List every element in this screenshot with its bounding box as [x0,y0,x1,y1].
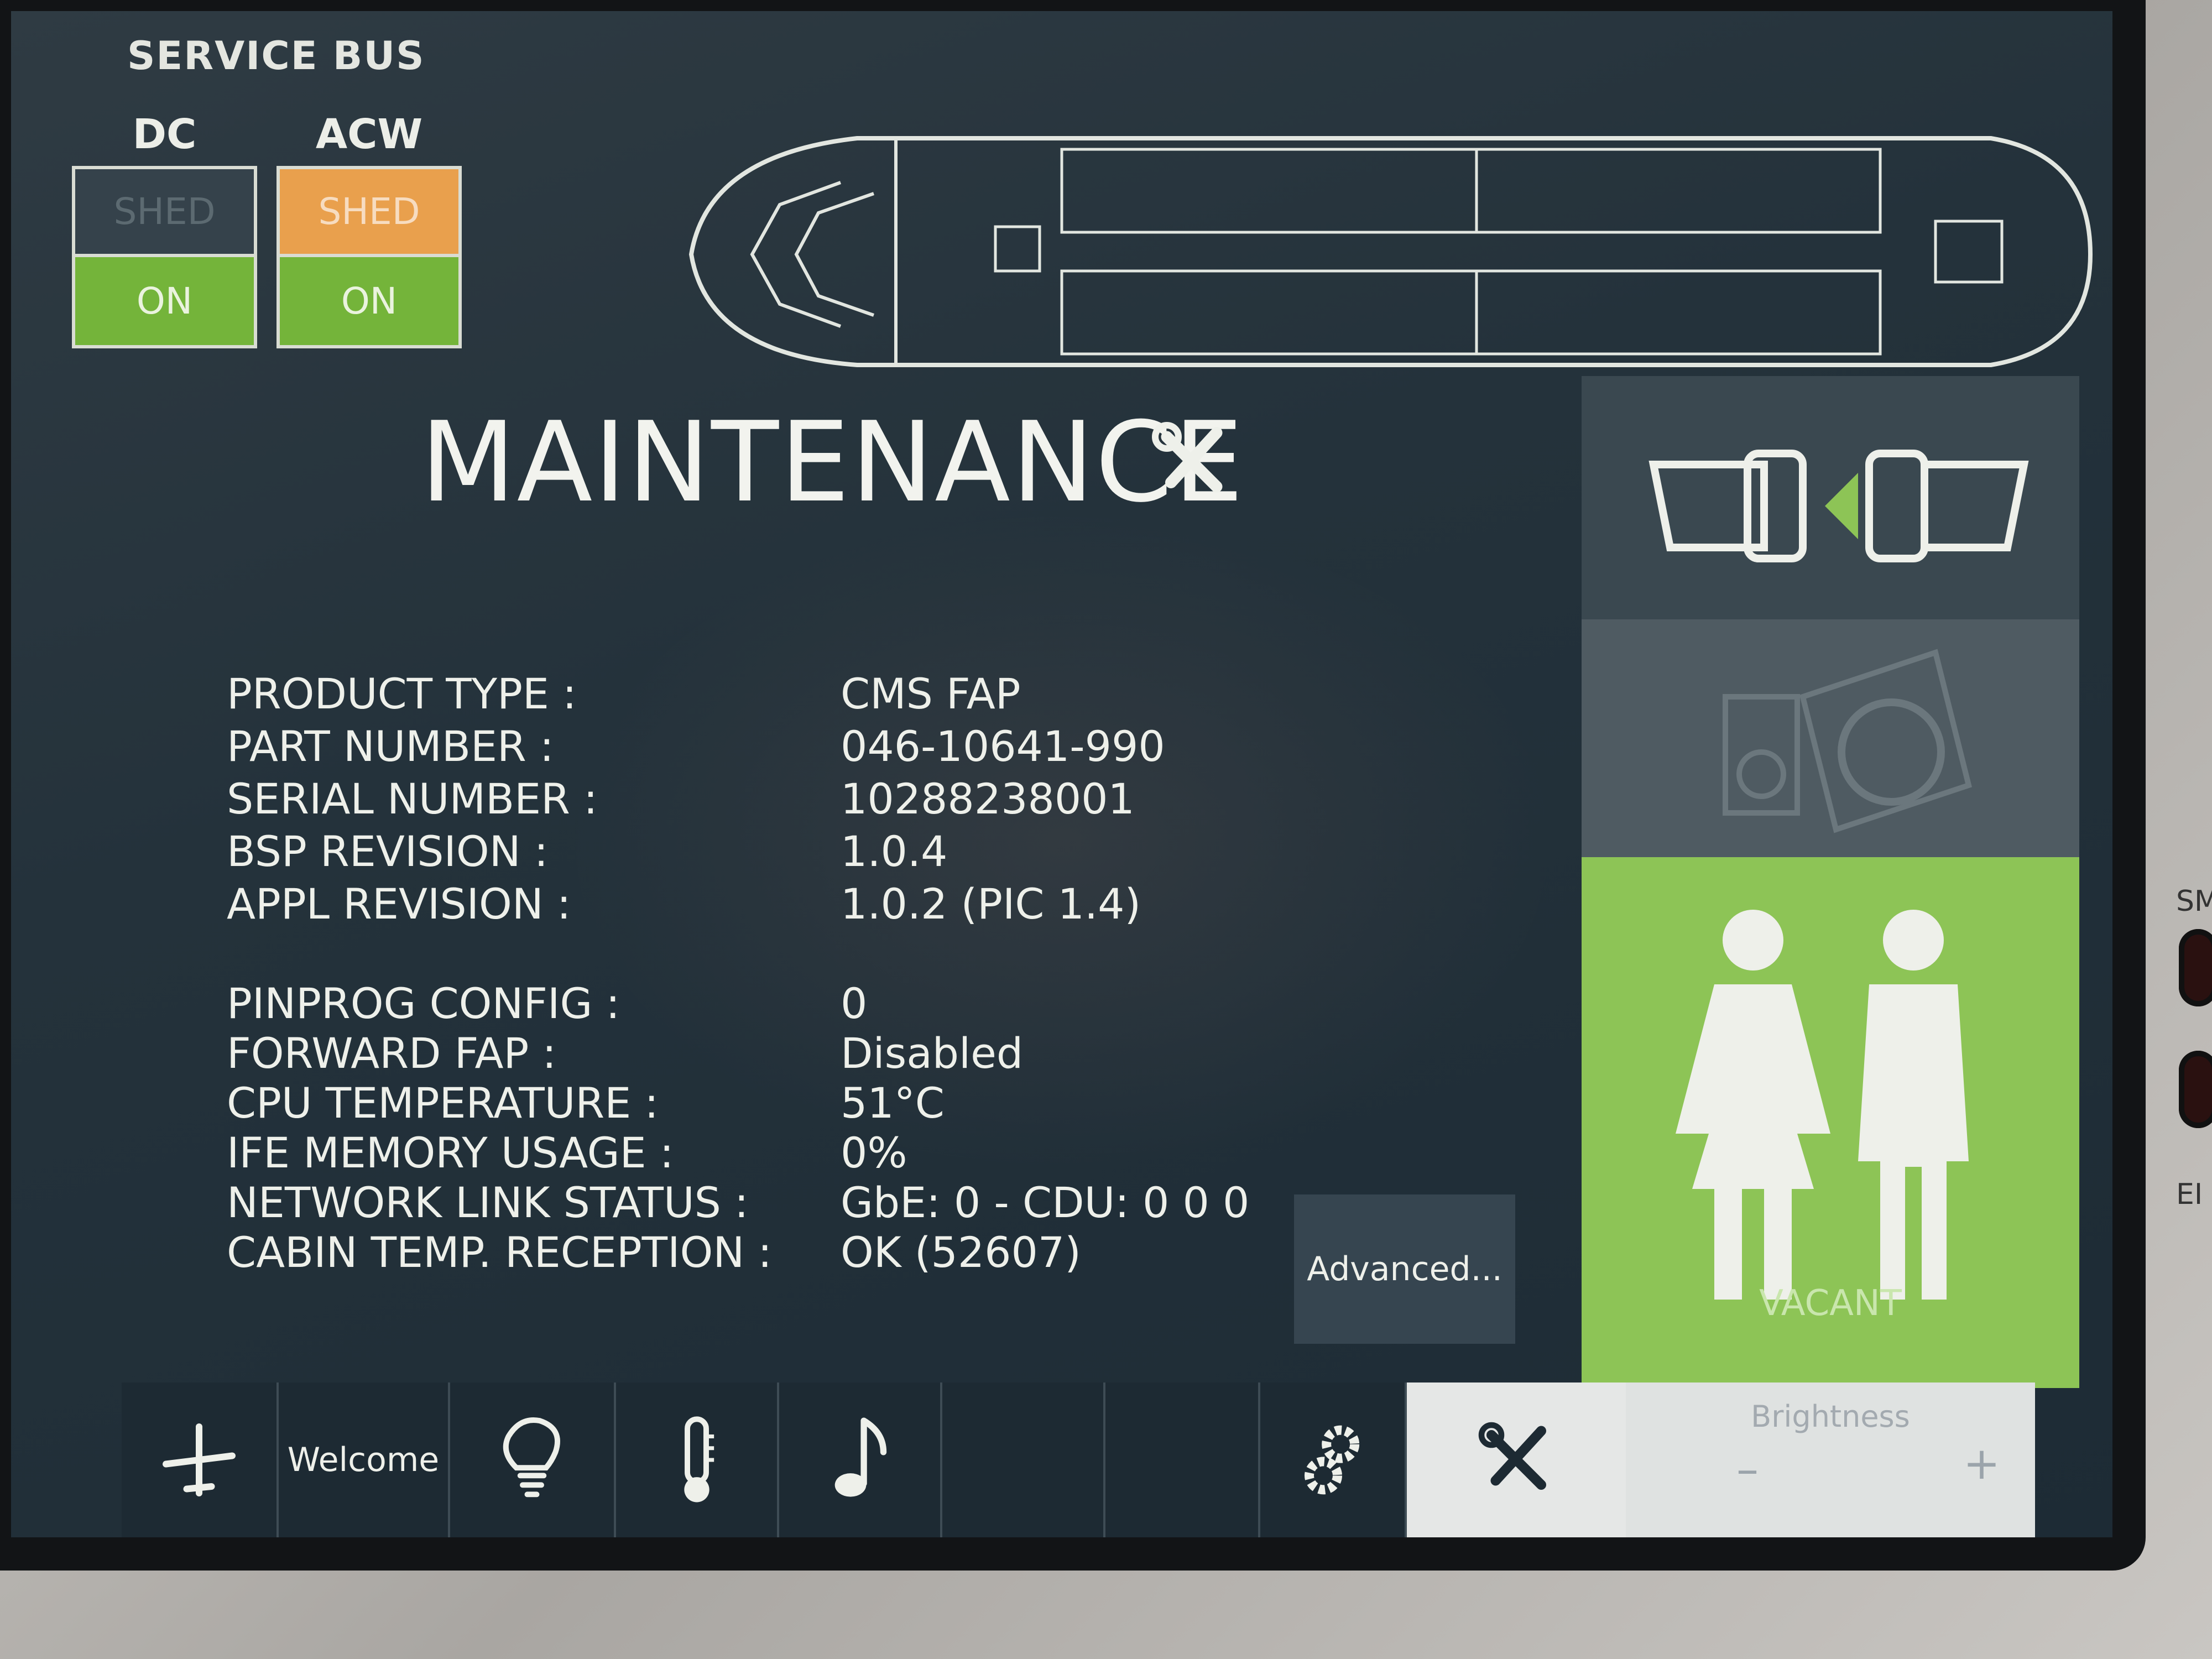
info-label: PINPROG CONFIG : [227,979,620,1028]
bus-acw: ACW SHED ON [276,111,462,348]
page-title: MAINTENANCE [420,398,1245,527]
info-value: OK (52607) [841,1228,1081,1277]
info-value: Disabled [841,1029,1024,1078]
lavatory-status-label: VACANT [1759,1283,1902,1324]
thermometer-icon [684,1416,714,1503]
nav-empty-button-1[interactable] [940,1383,1103,1537]
nav-audio-button[interactable] [777,1383,940,1537]
info-value: 046-10641-990 [841,722,1165,771]
info-value: 51°C [841,1078,945,1128]
info-value: 1.0.2 (PIC 1.4) [841,879,1141,928]
bus-dc-shed-button[interactable]: SHED [72,166,257,257]
info-label: PART NUMBER : [227,722,554,771]
wrench-screwdriver-icon [1478,1422,1546,1490]
nav-aircraft-button[interactable] [122,1383,276,1537]
service-bus-title: SERVICE BUS [127,33,425,79]
side-button-1[interactable] [2179,929,2212,1006]
screen-frame: SERVICE BUS DC SHED ON ACW SHED ON MAINT… [0,0,2146,1571]
info-value: 10288238001 [841,774,1135,823]
bus-acw-label: ACW [315,111,423,158]
right-status-panel: VACANT [1582,376,2079,1388]
nav-empty-button-2[interactable] [1103,1383,1258,1537]
advanced-button[interactable]: Advanced... [1294,1194,1515,1344]
brightness-decrease-button[interactable]: – [1736,1443,1759,1495]
nav-maintenance-button[interactable] [1405,1383,1626,1537]
bus-dc-on-button[interactable]: ON [72,257,257,348]
seatbelt-icon [1648,450,2029,562]
info-label: CPU TEMPERATURE : [227,1078,659,1128]
nav-welcome-button[interactable]: Welcome [276,1383,448,1537]
seatbelt-sign-button[interactable] [1582,376,2079,619]
nav-lighting-button[interactable] [448,1383,614,1537]
info-label: FORWARD FAP : [227,1029,557,1078]
info-value: GbE: 0 - CDU: 0 0 0 [841,1178,1250,1227]
bus-acw-on-button[interactable]: ON [276,257,462,348]
music-note-icon [834,1417,886,1497]
info-label: IFE MEMORY USAGE : [227,1128,674,1177]
bus-dc-label: DC [132,111,197,158]
side-button-2[interactable] [2179,1051,2212,1128]
side-label-ei: EI [2176,1178,2203,1211]
gears-icon [1304,1425,1359,1495]
info-label: APPL REVISION : [227,879,571,928]
info-label: CABIN TEMP. RECEPTION : [227,1228,772,1277]
nav-temperature-button[interactable] [614,1383,777,1537]
info-value: 0 [841,979,868,1028]
info-label: NETWORK LINK STATUS : [227,1178,749,1227]
info-label: PRODUCT TYPE : [227,669,577,718]
brightness-label: Brightness [1751,1399,1910,1434]
bus-dc: DC SHED ON [72,111,257,348]
nav-settings-button[interactable] [1258,1383,1405,1537]
audio-player-button[interactable] [1582,619,2079,857]
info-value: 1.0.4 [841,827,948,876]
info-value: 0% [841,1128,907,1177]
wrench-screwdriver-icon [1152,422,1223,493]
brightness-control: Brightness – + [1626,1383,2035,1537]
bus-acw-shed-button[interactable]: SHED [276,166,462,257]
airplane-icon [163,1423,236,1496]
side-label-sm: SM [2176,885,2212,918]
fap-screen: SERVICE BUS DC SHED ON ACW SHED ON MAINT… [11,11,2112,1537]
lightbulb-icon [503,1417,560,1498]
aircraft-cabin-diagram[interactable] [675,122,2112,382]
info-label: BSP REVISION : [227,827,549,876]
audio-player-icon [1723,649,1972,833]
brightness-increase-button[interactable]: + [1963,1438,2000,1489]
screen-reflection [564,509,1559,1172]
info-label: SERIAL NUMBER : [227,774,598,823]
bottom-nav-bar: Welcome Brightness – + [122,1383,2035,1537]
info-value: CMS FAP [841,669,1021,718]
